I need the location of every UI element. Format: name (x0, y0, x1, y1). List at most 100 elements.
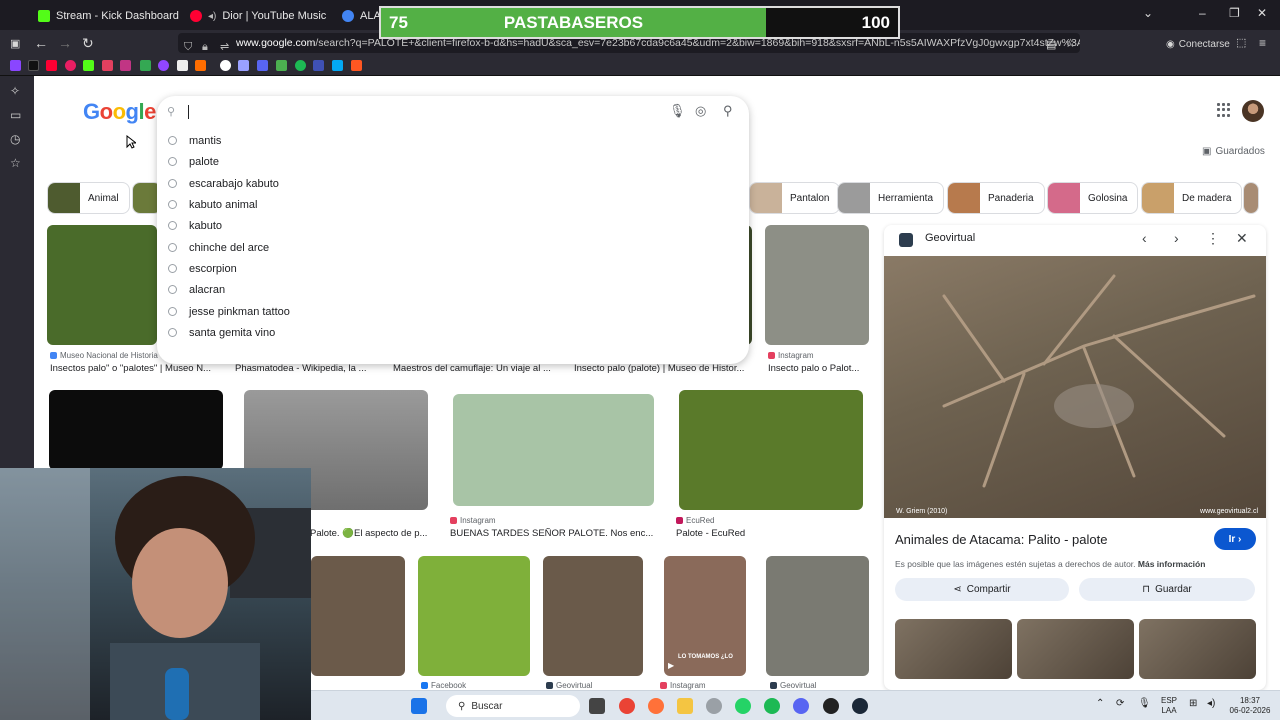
result-image[interactable] (418, 556, 530, 676)
taskbar-search[interactable]: ⚲ Buscar (446, 695, 580, 717)
synced-tabs-icon[interactable]: ▭ (10, 108, 21, 122)
result-image[interactable] (679, 390, 863, 510)
youtube-icon[interactable] (46, 60, 57, 71)
chip-de-madera[interactable]: De madera (1141, 182, 1243, 214)
save-button[interactable]: ⊓ Guardar (1079, 578, 1255, 601)
clock[interactable]: 18:37 06-02-2026 (1229, 696, 1271, 716)
suggestion-item[interactable]: palote (157, 151, 749, 172)
result-source[interactable]: Facebook (421, 681, 466, 690)
result-image[interactable] (49, 390, 223, 470)
bookmark-icon[interactable] (313, 60, 324, 71)
related-image[interactable] (1139, 619, 1256, 679)
panel-title[interactable]: Animales de Atacama: Palito - palote (895, 532, 1107, 547)
tab-kick[interactable]: Stream - Kick Dashboard (30, 4, 180, 28)
result-image[interactable] (311, 556, 405, 676)
file-explorer-icon[interactable] (677, 698, 693, 714)
forward-icon[interactable]: → (58, 35, 72, 51)
go-button[interactable]: Ir › (1214, 528, 1256, 550)
more-options-icon[interactable]: ⋮ (1206, 230, 1220, 247)
result-source[interactable]: Museo Nacional de Historia (50, 351, 158, 360)
shield-icon[interactable]: ⛉ (184, 37, 192, 53)
result-title[interactable]: Insectos palo" o "palotes" | Museo N... (50, 363, 220, 374)
suggestion-item[interactable]: chinche del arce (157, 237, 749, 258)
ai-chat-icon[interactable]: ✧ (10, 84, 20, 98)
sidebar-toggle-icon[interactable]: ▣ (10, 36, 20, 52)
window-close-icon[interactable]: ✕ (1257, 6, 1267, 20)
bookmark-icon[interactable] (195, 60, 206, 71)
suggestion-item[interactable]: escarabajo kabuto (157, 173, 749, 194)
search-icon[interactable]: ⚲ (723, 103, 733, 119)
result-source[interactable]: Instagram (450, 516, 496, 525)
language-indicator[interactable]: ESP LAA (1161, 696, 1177, 716)
bookmark-icon[interactable] (257, 60, 268, 71)
result-image[interactable] (47, 225, 157, 345)
suggestion-item[interactable]: jesse pinkman tattoo (157, 301, 749, 322)
firefox-icon[interactable] (648, 698, 664, 714)
twitch-icon[interactable] (10, 60, 21, 71)
bookmark-icon[interactable] (177, 60, 188, 71)
result-image[interactable] (766, 556, 869, 676)
chip-herramienta[interactable]: Herramienta (837, 182, 945, 214)
tiktok-icon[interactable] (28, 60, 39, 71)
suggestion-item[interactable]: kabuto animal (157, 194, 749, 215)
windows-start-icon[interactable] (411, 698, 427, 714)
result-title[interactable]: Palote - EcuRed (676, 528, 856, 539)
related-image[interactable] (1017, 619, 1134, 679)
microphone-icon[interactable]: 🎙︎ (1138, 699, 1151, 709)
volume-icon[interactable]: ◂) (1207, 699, 1215, 709)
kick-icon[interactable] (83, 60, 94, 71)
tab-youtube-music[interactable]: ◂) Dior | YouTube Music ✕ (182, 4, 332, 28)
result-image[interactable] (543, 556, 643, 676)
related-image[interactable] (895, 619, 1012, 679)
steam-icon[interactable] (852, 698, 868, 714)
chip-partial[interactable] (1243, 182, 1259, 214)
lens-icon[interactable]: ◎ (695, 103, 706, 119)
suggestion-item[interactable]: alacran (157, 279, 749, 300)
discord-icon[interactable] (793, 698, 809, 714)
search-input[interactable] (188, 105, 189, 119)
result-image[interactable] (453, 394, 654, 506)
result-source[interactable]: EcuRed (676, 516, 714, 525)
share-button[interactable]: ⋖ Compartir (895, 578, 1069, 601)
suggestion-item[interactable]: santa gemita vino (157, 322, 749, 343)
bookmark-icon[interactable] (220, 60, 231, 71)
bookmark-icon[interactable] (276, 60, 287, 71)
history-icon[interactable]: ◷ (10, 132, 20, 146)
next-icon[interactable]: › (1174, 230, 1179, 246)
connect-button[interactable]: ◉ Conectarse (1166, 37, 1230, 53)
chip-animal[interactable]: Animal (47, 182, 130, 214)
result-image[interactable] (765, 225, 869, 345)
chip-golosina[interactable]: Golosina (1047, 182, 1139, 214)
back-icon[interactable]: ← (34, 35, 48, 51)
bookmark-icon[interactable] (65, 60, 76, 71)
result-title[interactable]: Phasmatodea - Wikipedia, la ... (235, 363, 375, 374)
chip-panaderia[interactable]: Panaderia (947, 182, 1045, 214)
result-source[interactable]: Instagram (768, 351, 814, 360)
bookmark-icon[interactable] (332, 60, 343, 71)
speaker-icon[interactable]: ◂) (208, 11, 216, 22)
chip-pantalon[interactable]: Pantalon (749, 182, 841, 214)
whatsapp-icon[interactable] (735, 698, 751, 714)
reader-view-icon[interactable]: ▤ (1046, 37, 1056, 53)
avatar[interactable] (1242, 100, 1264, 122)
obs-icon[interactable] (823, 698, 839, 714)
result-title[interactable]: Insecto palo (palote) | Museo de Histor.… (574, 363, 754, 374)
preview-image[interactable]: W. Griem (2010) www.geovirtual2.cl (884, 256, 1266, 518)
previous-icon[interactable]: ‹ (1142, 230, 1147, 246)
minimize-icon[interactable]: – (1199, 6, 1206, 20)
drive-icon[interactable] (140, 60, 151, 71)
bookmark-icon[interactable] (238, 60, 249, 71)
result-video[interactable]: ▶ LO TOMAMOS ¿LO (664, 556, 746, 676)
close-icon[interactable]: ✕ (1236, 230, 1248, 247)
spotify-icon[interactable] (764, 698, 780, 714)
microphone-icon[interactable]: 🎙︎ (669, 103, 686, 119)
sync-icon[interactable]: ⟳ (1116, 699, 1124, 709)
result-title[interactable]: Insecto palo o Palot... (768, 363, 868, 374)
reload-icon[interactable]: ↻ (82, 35, 94, 51)
tray-overflow-icon[interactable]: ⌃ (1096, 699, 1104, 709)
list-tabs-icon[interactable]: ⌄ (1143, 6, 1153, 20)
bookmark-icon[interactable] (351, 60, 362, 71)
tab-google[interactable]: ALACRA (334, 4, 384, 28)
more-info-link[interactable]: Más información (1138, 559, 1206, 569)
result-source[interactable]: Instagram (660, 681, 706, 690)
